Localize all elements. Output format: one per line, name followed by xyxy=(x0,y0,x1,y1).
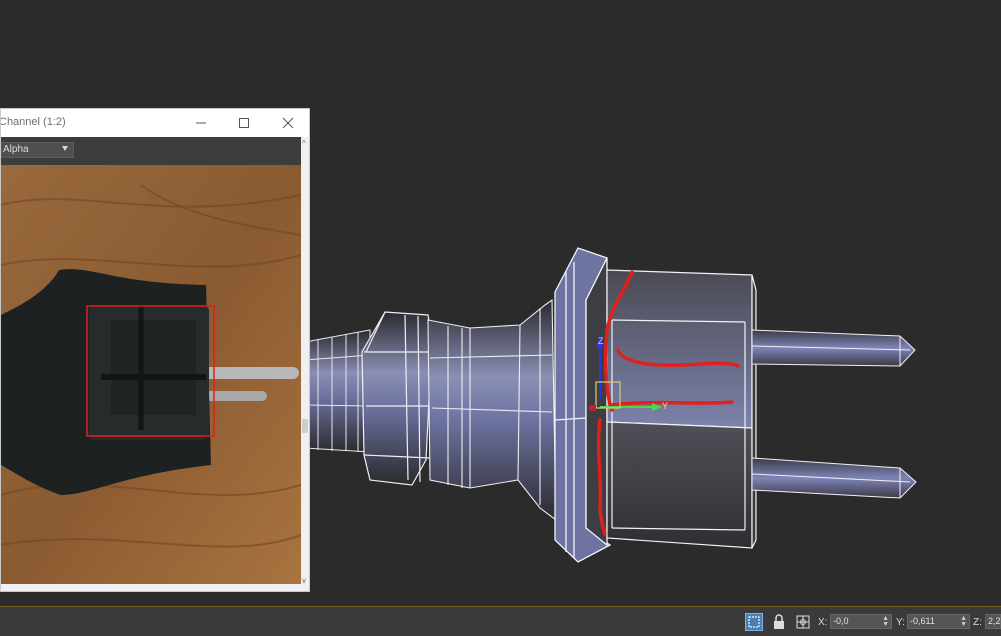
gizmo-y-label: Y xyxy=(662,401,668,411)
y-coord-value: -0,611 xyxy=(910,616,935,626)
status-bar: X: -0,0 ▲ ▼ Y: -0,611 ▲ ▼ Z: 2,2 xyxy=(0,606,1001,636)
grip-mesh xyxy=(361,311,433,486)
reference-photo xyxy=(1,165,301,584)
chevron-down-icon xyxy=(62,146,68,151)
minimize-button[interactable] xyxy=(190,113,212,133)
absolute-mode-icon[interactable] xyxy=(795,614,811,630)
vertical-scrollbar[interactable]: ^ v xyxy=(301,137,309,591)
spinner-icon[interactable]: ▲ ▼ xyxy=(882,615,889,628)
selection-lock-icon[interactable] xyxy=(745,613,763,631)
head-mesh xyxy=(606,269,757,549)
y-coord-label: Y: xyxy=(896,617,905,628)
lock-icon[interactable] xyxy=(771,614,787,630)
minimize-icon xyxy=(196,122,206,124)
gizmo-z-label: Z xyxy=(598,336,604,346)
channel-value: Alpha xyxy=(3,144,29,155)
cable-mesh xyxy=(304,329,371,453)
window-title: Channel (1:2) xyxy=(0,116,66,128)
window-title-bar[interactable]: Channel (1:2) xyxy=(1,109,309,137)
z-coord-value: 2,2 xyxy=(988,616,1001,626)
spinner-icon[interactable]: ▲ ▼ xyxy=(960,615,967,628)
image-toolbar: Alpha xyxy=(1,137,301,165)
x-coord-field[interactable]: -0,0 ▲ ▼ xyxy=(830,614,892,629)
pin-bottom-mesh xyxy=(751,457,917,499)
z-coord-field[interactable]: 2,2 xyxy=(985,614,1001,629)
image-channel-window[interactable]: Channel (1:2) Alpha ^ v xyxy=(0,108,310,592)
maximize-icon xyxy=(239,118,249,128)
close-button[interactable] xyxy=(277,113,299,133)
horizontal-scrollbar[interactable] xyxy=(1,584,301,591)
pin-top-mesh xyxy=(751,329,916,367)
x-coord-value: -0,0 xyxy=(833,616,849,626)
z-coord-label: Z: xyxy=(973,617,982,628)
channel-dropdown[interactable]: Alpha xyxy=(1,142,74,158)
x-coord-label: X: xyxy=(818,617,828,628)
neck-mesh xyxy=(427,298,557,522)
maximize-button[interactable] xyxy=(233,113,255,133)
y-coord-field[interactable]: -0,611 ▲ ▼ xyxy=(907,614,970,629)
close-icon xyxy=(282,117,294,129)
